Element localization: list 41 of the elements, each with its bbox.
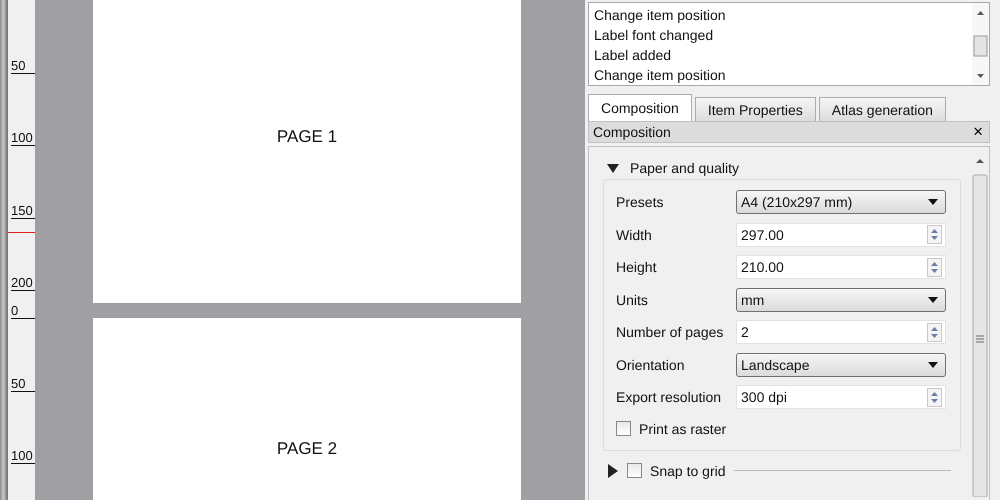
dropdown[interactable]: Landscape <box>736 352 946 377</box>
spin-arrows-icon[interactable] <box>927 322 942 342</box>
field-label: Number of pages <box>616 324 724 340</box>
dropdown-arrow-icon <box>928 362 938 368</box>
field-label: Units <box>616 292 649 308</box>
collapse-arrow-icon[interactable] <box>606 162 620 174</box>
spin-box[interactable]: 210.00 <box>736 255 946 280</box>
close-button[interactable]: × <box>971 122 985 142</box>
history-item[interactable]: Label font changed <box>594 25 967 45</box>
tab[interactable]: Item Properties <box>694 97 816 121</box>
field-label: Width <box>616 226 653 243</box>
tab[interactable]: Composition <box>588 94 692 121</box>
group-title: Snap to grid <box>650 462 726 478</box>
history-item[interactable]: Label added <box>594 45 967 65</box>
field-label: Presets <box>616 194 664 210</box>
spin-arrows-icon[interactable] <box>927 225 942 244</box>
spin-arrows-icon[interactable] <box>927 388 942 407</box>
checkbox[interactable] <box>627 463 642 478</box>
dock-title: Composition <box>593 124 671 140</box>
group-title: Paper and quality <box>630 160 739 176</box>
checkbox-label: Print as raster <box>639 420 726 436</box>
spin-box[interactable]: 2 <box>736 320 946 344</box>
tab[interactable]: Atlas generation <box>818 97 946 121</box>
expand-arrow-icon[interactable] <box>607 464 619 478</box>
checkbox[interactable] <box>616 421 631 436</box>
position-marker <box>8 232 35 233</box>
scrollbar[interactable] <box>972 3 989 85</box>
field-label: Orientation <box>616 356 686 373</box>
dropdown[interactable]: A4 (210x297 mm) <box>736 190 946 214</box>
spin-box[interactable]: 300 dpi <box>736 385 946 410</box>
history-item[interactable]: Change item position <box>594 5 967 25</box>
dropdown-arrow-icon <box>928 199 938 206</box>
spin-box[interactable]: 297.00 <box>736 222 946 247</box>
dropdown[interactable]: mm <box>736 288 946 312</box>
field-label: Height <box>616 259 658 276</box>
dropdown-arrow-icon <box>928 296 938 303</box>
spin-arrows-icon[interactable] <box>927 258 942 277</box>
history-item[interactable]: Change item position <box>594 65 967 85</box>
field-label: Export resolution <box>616 389 722 406</box>
page-label: PAGE 2 <box>276 439 338 459</box>
page-label: PAGE 1 <box>276 126 338 146</box>
